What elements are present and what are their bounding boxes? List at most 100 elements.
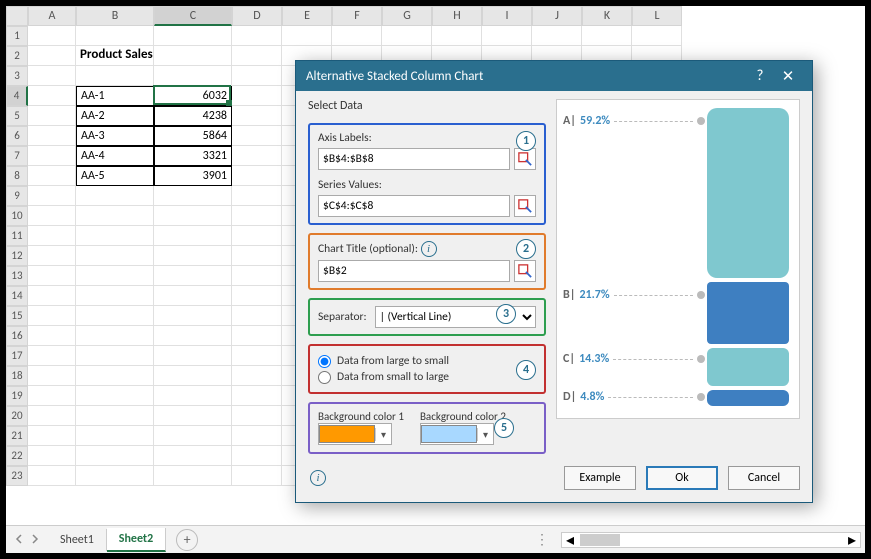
- column-header[interactable]: L: [632, 6, 682, 26]
- cell[interactable]: [232, 126, 282, 146]
- cell[interactable]: [76, 346, 154, 366]
- cancel-button[interactable]: Cancel: [728, 466, 800, 490]
- chart-title-range-button[interactable]: [514, 260, 536, 282]
- sheet-tab-sheet1[interactable]: Sheet1: [48, 529, 107, 551]
- series-values-input[interactable]: [318, 195, 510, 217]
- cell[interactable]: [232, 246, 282, 266]
- cell[interactable]: [28, 426, 76, 446]
- cell[interactable]: [28, 126, 76, 146]
- cell[interactable]: [28, 46, 76, 66]
- footer-info-icon[interactable]: i: [310, 470, 326, 486]
- cell[interactable]: [232, 266, 282, 286]
- cell[interactable]: [154, 46, 232, 66]
- column-header[interactable]: G: [382, 6, 432, 26]
- cell[interactable]: [76, 266, 154, 286]
- cell[interactable]: [154, 466, 232, 486]
- cell[interactable]: [154, 406, 232, 426]
- cell[interactable]: 3901: [154, 166, 232, 186]
- cell[interactable]: [532, 26, 582, 46]
- cell[interactable]: [232, 466, 282, 486]
- column-header[interactable]: D: [232, 6, 282, 26]
- row-header[interactable]: 9: [6, 186, 28, 206]
- cell[interactable]: [28, 246, 76, 266]
- column-header[interactable]: A: [28, 6, 76, 26]
- cell[interactable]: [76, 226, 154, 246]
- row-header[interactable]: 7: [6, 146, 28, 166]
- row-header[interactable]: 11: [6, 226, 28, 246]
- cell[interactable]: [76, 426, 154, 446]
- horizontal-scrollbar[interactable]: ◂ ▸: [561, 532, 861, 548]
- cell[interactable]: [232, 306, 282, 326]
- scroll-thumb[interactable]: [580, 534, 620, 546]
- cell[interactable]: [154, 206, 232, 226]
- add-sheet-button[interactable]: +: [176, 529, 198, 551]
- row-header[interactable]: 5: [6, 106, 28, 126]
- tab-nav-next[interactable]: [30, 530, 40, 549]
- row-header[interactable]: 3: [6, 66, 28, 86]
- cell[interactable]: [232, 106, 282, 126]
- row-header[interactable]: 18: [6, 366, 28, 386]
- cell[interactable]: AA-1: [76, 86, 154, 106]
- row-header[interactable]: 14: [6, 286, 28, 306]
- cell[interactable]: AA-4: [76, 146, 154, 166]
- cell[interactable]: [232, 166, 282, 186]
- cell[interactable]: [282, 26, 332, 46]
- cell[interactable]: 5864: [154, 126, 232, 146]
- cell[interactable]: AA-2: [76, 106, 154, 126]
- cell[interactable]: [28, 226, 76, 246]
- cell[interactable]: [28, 146, 76, 166]
- cell[interactable]: [232, 146, 282, 166]
- cell[interactable]: [76, 26, 154, 46]
- column-header[interactable]: E: [282, 6, 332, 26]
- cell[interactable]: [232, 226, 282, 246]
- cell[interactable]: [154, 266, 232, 286]
- radio-large-to-small[interactable]: Data from large to small: [318, 354, 536, 368]
- cell[interactable]: [28, 66, 76, 86]
- cell[interactable]: [154, 306, 232, 326]
- split-grip[interactable]: ⋮: [525, 531, 561, 548]
- cell[interactable]: [154, 446, 232, 466]
- row-header[interactable]: 21: [6, 426, 28, 446]
- row-header[interactable]: 6: [6, 126, 28, 146]
- cell[interactable]: [232, 46, 282, 66]
- row-header[interactable]: 16: [6, 326, 28, 346]
- cell[interactable]: [76, 186, 154, 206]
- cell[interactable]: [28, 186, 76, 206]
- cell[interactable]: [76, 306, 154, 326]
- cell[interactable]: [382, 26, 432, 46]
- cell[interactable]: [154, 246, 232, 266]
- cell[interactable]: [28, 446, 76, 466]
- row-header[interactable]: 23: [6, 466, 28, 486]
- column-header[interactable]: K: [582, 6, 632, 26]
- example-button[interactable]: Example: [564, 466, 636, 490]
- cell[interactable]: 4238: [154, 106, 232, 126]
- row-header[interactable]: 4: [6, 86, 28, 106]
- cell[interactable]: [154, 186, 232, 206]
- cell[interactable]: [76, 386, 154, 406]
- cell[interactable]: [582, 26, 632, 46]
- column-header[interactable]: F: [332, 6, 382, 26]
- radio-small-to-large[interactable]: Data from small to large: [318, 370, 536, 384]
- cell[interactable]: [154, 366, 232, 386]
- cell[interactable]: [632, 26, 682, 46]
- cell[interactable]: [28, 386, 76, 406]
- cell[interactable]: [232, 26, 282, 46]
- cell[interactable]: [232, 446, 282, 466]
- cell[interactable]: [76, 406, 154, 426]
- cell[interactable]: [232, 286, 282, 306]
- cell[interactable]: [154, 326, 232, 346]
- cell[interactable]: [154, 426, 232, 446]
- cell[interactable]: 6032: [154, 86, 232, 106]
- cell[interactable]: Product Sales: [76, 46, 154, 66]
- scroll-right-button[interactable]: ▸: [844, 533, 860, 547]
- column-header[interactable]: C: [154, 6, 232, 26]
- sheet-tab-sheet2[interactable]: Sheet2: [107, 528, 166, 552]
- cell[interactable]: [28, 466, 76, 486]
- cell[interactable]: [76, 326, 154, 346]
- cell[interactable]: [28, 206, 76, 226]
- row-header[interactable]: 10: [6, 206, 28, 226]
- cell[interactable]: [28, 86, 76, 106]
- cell[interactable]: [76, 286, 154, 306]
- series-values-range-button[interactable]: [514, 195, 536, 217]
- cell[interactable]: [232, 366, 282, 386]
